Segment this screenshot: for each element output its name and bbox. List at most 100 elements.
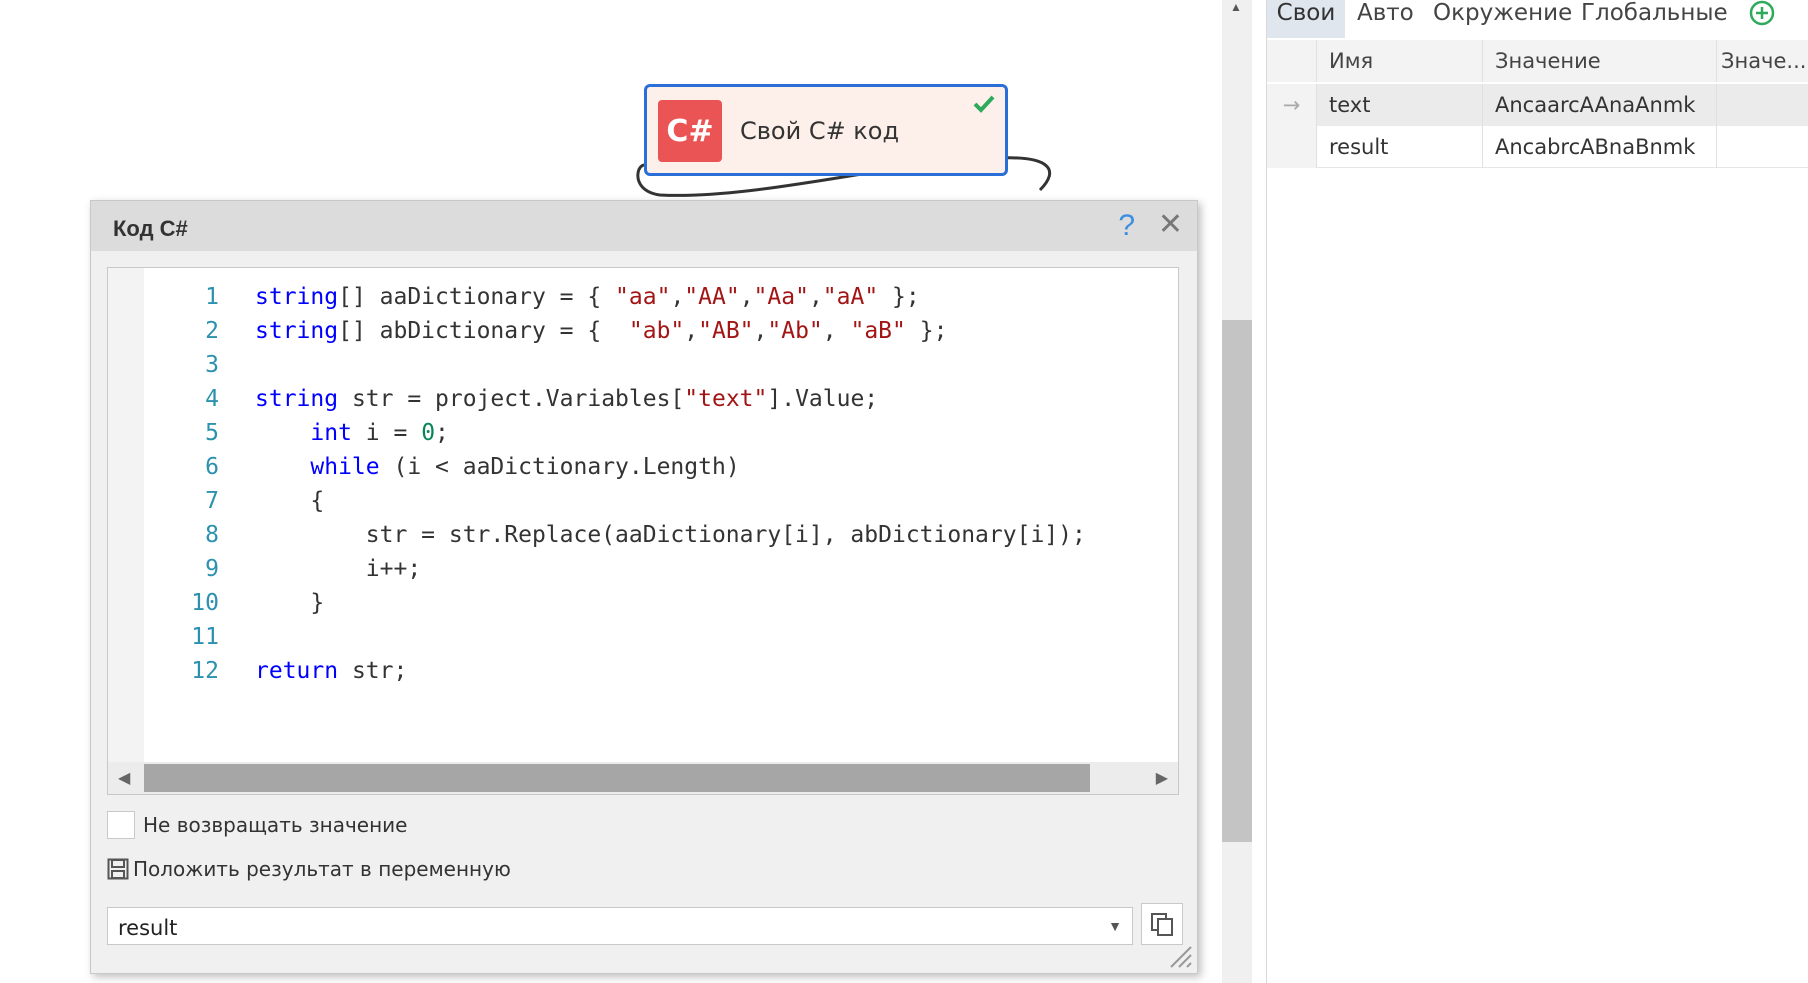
dropdown-arrow-icon[interactable]: ▼ bbox=[1108, 918, 1122, 934]
line-number: 12 bbox=[191, 658, 219, 684]
variable-name-cell[interactable]: result bbox=[1317, 126, 1483, 168]
no-return-checkbox[interactable] bbox=[107, 811, 135, 839]
code-text: int i = 0; bbox=[255, 416, 449, 450]
code-token: , bbox=[670, 284, 685, 310]
check-icon bbox=[973, 95, 995, 113]
canvas-vertical-scrollbar[interactable]: ▲ bbox=[1222, 0, 1252, 983]
code-token: 0 bbox=[421, 420, 436, 446]
line-number: 8 bbox=[205, 522, 219, 548]
code-token: str = project.Variables[ bbox=[338, 386, 685, 412]
code-token: , bbox=[739, 284, 754, 310]
csharp-action-node[interactable]: C# Свой C# код bbox=[644, 84, 1008, 176]
code-text: string str = project.Variables["text"].V… bbox=[255, 382, 878, 416]
close-button[interactable]: ✕ bbox=[1158, 207, 1183, 242]
code-token: return bbox=[255, 658, 339, 684]
canvas-vertical-scrollbar-thumb[interactable] bbox=[1222, 320, 1252, 842]
code-line[interactable]: 1 string[] aaDictionary = { "aa","AA","Aa… bbox=[144, 280, 1178, 314]
copy-icon bbox=[1151, 913, 1173, 936]
dialog-title: Код C# bbox=[113, 216, 188, 241]
code-lines[interactable]: 1 string[] aaDictionary = { "aa","AA","Aa… bbox=[144, 280, 1178, 688]
scroll-left-icon[interactable]: ◀ bbox=[118, 768, 130, 788]
tab-environment[interactable]: Окружение bbox=[1433, 0, 1572, 38]
code-token: ; bbox=[435, 420, 449, 446]
code-token: str = str.Replace(aaDictionary[i], abDic… bbox=[255, 522, 1086, 548]
code-token: ].Value; bbox=[767, 386, 879, 412]
code-line[interactable]: 9 i++; bbox=[144, 552, 1178, 586]
code-text: i++; bbox=[255, 552, 421, 586]
variable-value2-cell[interactable] bbox=[1717, 84, 1808, 126]
table-row[interactable]: → text AncaarcAAnaAnmk bbox=[1267, 84, 1808, 126]
variable-value-cell[interactable]: AncabrcABnaBnmk bbox=[1483, 126, 1717, 168]
add-variable-icon[interactable] bbox=[1747, 0, 1777, 30]
csharp-icon: C# bbox=[658, 100, 722, 162]
code-token: }; bbox=[878, 284, 920, 310]
tab-auto[interactable]: Авто bbox=[1357, 0, 1414, 38]
grid-header-row: Имя Значение Значе... bbox=[1267, 40, 1808, 82]
no-return-label: Не возвращать значение bbox=[143, 813, 408, 837]
table-row[interactable]: result AncabrcABnaBnmk bbox=[1267, 126, 1808, 168]
column-header-value2[interactable]: Значе... bbox=[1717, 40, 1808, 82]
code-text: while (i < aaDictionary.Length) bbox=[255, 450, 739, 484]
code-line[interactable]: 6 while (i < aaDictionary.Length) bbox=[144, 450, 1178, 484]
code-line[interactable]: 2 string[] abDictionary = { "ab","AB","Ab… bbox=[144, 314, 1178, 348]
code-token: [] abDictionary = { bbox=[338, 318, 629, 344]
dialog-header[interactable]: Код C# ? ✕ bbox=[91, 201, 1197, 251]
code-text: string[] abDictionary = { "ab","AB","Ab"… bbox=[255, 314, 947, 348]
line-number: 3 bbox=[205, 352, 219, 378]
code-token: str; bbox=[338, 658, 408, 684]
line-number: 11 bbox=[191, 624, 219, 650]
code-token: , bbox=[808, 284, 823, 310]
code-line[interactable]: 7 { bbox=[144, 484, 1178, 518]
editor-margin bbox=[108, 268, 144, 794]
code-token: string bbox=[255, 318, 339, 344]
line-number: 6 bbox=[205, 454, 219, 480]
code-line[interactable]: 11 bbox=[144, 620, 1178, 654]
code-line[interactable]: 5 int i = 0; bbox=[144, 416, 1178, 450]
code-text: return str; bbox=[255, 654, 407, 688]
line-number: 4 bbox=[205, 386, 219, 412]
code-token: "AA" bbox=[684, 284, 740, 310]
variable-value-cell[interactable]: AncaarcAAnaAnmk bbox=[1483, 84, 1717, 126]
line-number: 5 bbox=[205, 420, 219, 446]
code-token: "Ab" bbox=[767, 318, 823, 344]
code-token: }; bbox=[905, 318, 948, 344]
code-token: "aa" bbox=[615, 284, 671, 310]
scroll-up-icon[interactable]: ▲ bbox=[1230, 0, 1242, 14]
scroll-right-icon[interactable]: ▶ bbox=[1156, 768, 1168, 788]
code-token: string bbox=[255, 386, 339, 412]
copy-button[interactable] bbox=[1141, 903, 1183, 945]
horizontal-scrollbar[interactable]: ◀ ▶ bbox=[108, 762, 1178, 794]
resize-grip-icon[interactable] bbox=[1167, 943, 1193, 969]
variable-value2-cell[interactable] bbox=[1717, 126, 1808, 168]
result-variable-value: result bbox=[118, 916, 178, 940]
variable-name-cell[interactable]: text bbox=[1317, 84, 1483, 126]
code-token: "Aa" bbox=[753, 284, 809, 310]
save-result-label: Положить результат в переменную bbox=[133, 857, 511, 881]
column-header-value[interactable]: Значение bbox=[1483, 40, 1717, 82]
column-header-name[interactable]: Имя bbox=[1317, 40, 1483, 82]
help-button[interactable]: ? bbox=[1118, 209, 1135, 243]
code-line[interactable]: 3 bbox=[144, 348, 1178, 382]
row-indicator-header bbox=[1267, 40, 1317, 82]
code-text: } bbox=[255, 586, 324, 620]
code-dialog: Код C# ? ✕ 1 string[] aaDictionary = { "a… bbox=[90, 200, 1198, 974]
result-variable-select[interactable]: result ▼ bbox=[107, 907, 1133, 945]
code-line[interactable]: 10 } bbox=[144, 586, 1178, 620]
code-token: "AB" bbox=[698, 318, 754, 344]
code-token: [] aaDictionary = { bbox=[338, 284, 616, 310]
code-token: , bbox=[822, 318, 851, 344]
code-token: "aB" bbox=[850, 318, 906, 344]
tab-own[interactable]: Свои bbox=[1267, 0, 1345, 38]
code-token: i = bbox=[351, 420, 422, 446]
current-row-arrow-icon: → bbox=[1267, 84, 1317, 126]
code-line[interactable]: 8 str = str.Replace(aaDictionary[i], abD… bbox=[144, 518, 1178, 552]
no-return-option[interactable]: Не возвращать значение bbox=[107, 811, 407, 839]
horizontal-scrollbar-thumb[interactable] bbox=[144, 764, 1090, 792]
tab-global[interactable]: Глобальные bbox=[1581, 0, 1728, 38]
code-editor[interactable]: 1 string[] aaDictionary = { "aa","AA","Aa… bbox=[107, 267, 1179, 795]
code-line[interactable]: 4 string str = project.Variables["text"].… bbox=[144, 382, 1178, 416]
code-line[interactable]: 12 return str; bbox=[144, 654, 1178, 688]
line-number: 9 bbox=[205, 556, 219, 582]
code-text: string[] aaDictionary = { "aa","AA","Aa"… bbox=[255, 280, 920, 314]
